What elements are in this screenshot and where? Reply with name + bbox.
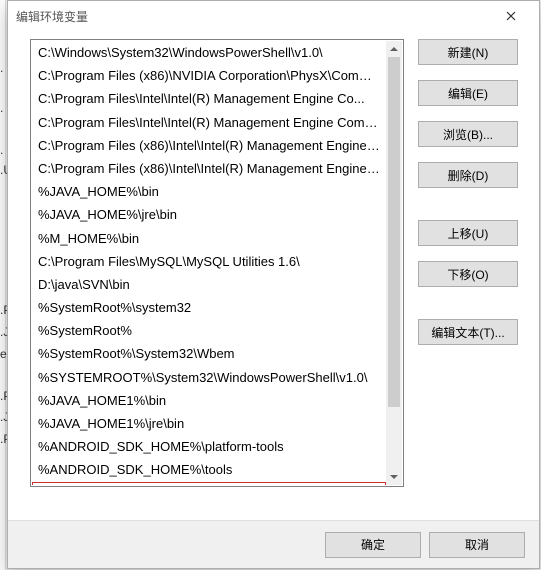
move-down-button[interactable]: 下移(O) bbox=[418, 261, 518, 287]
dialog-title: 编辑环境变量 bbox=[16, 8, 491, 25]
delete-button[interactable]: 删除(D) bbox=[418, 162, 518, 188]
side-buttons: 新建(N) 编辑(E) 浏览(B)... 删除(D) 上移(U) 下移(O) 编… bbox=[418, 39, 518, 520]
list-item[interactable]: %SystemRoot%\System32\Wbem bbox=[32, 342, 386, 365]
list-item[interactable]: %SystemRoot% bbox=[32, 319, 386, 342]
move-up-button[interactable]: 上移(U) bbox=[418, 220, 518, 246]
chevron-down-icon bbox=[390, 473, 398, 481]
close-icon bbox=[506, 11, 516, 21]
close-button[interactable] bbox=[491, 1, 531, 31]
list-item[interactable]: %M_HOME%\bin bbox=[32, 227, 386, 250]
background-fragment: . bbox=[0, 143, 3, 157]
list-item[interactable]: C:\Program Files\MySQL\MySQL Utilities 1… bbox=[32, 250, 386, 273]
scrollbar[interactable] bbox=[386, 41, 402, 485]
dialog-footer: 确定 取消 bbox=[8, 520, 539, 568]
edit-button[interactable]: 编辑(E) bbox=[418, 80, 518, 106]
list-item[interactable]: C:\Program Files (x86)\Intel\Intel(R) Ma… bbox=[32, 134, 386, 157]
list-item[interactable]: C:\Program Files (x86)\Intel\Intel(R) Ma… bbox=[32, 157, 386, 180]
list-item[interactable]: %CURL_HOME% bbox=[32, 482, 386, 485]
list-item[interactable]: %ANDROID_SDK_HOME%\tools bbox=[32, 458, 386, 481]
new-button[interactable]: 新建(N) bbox=[418, 39, 518, 65]
background-strip: ....U.P.Je.P.J.P bbox=[0, 0, 6, 570]
list-item[interactable]: %SYSTEMROOT%\System32\WindowsPowerShell\… bbox=[32, 366, 386, 389]
chevron-up-icon bbox=[390, 45, 398, 53]
cancel-button[interactable]: 取消 bbox=[429, 532, 525, 558]
list-item[interactable]: C:\Windows\System32\WindowsPowerShell\v1… bbox=[32, 41, 386, 64]
edit-env-var-dialog: 编辑环境变量 C:\Windows\System32\WindowsPowerS… bbox=[7, 0, 540, 569]
path-listbox[interactable]: C:\Windows\System32\WindowsPowerShell\v1… bbox=[30, 39, 404, 487]
background-fragment: . bbox=[0, 61, 3, 75]
list-item[interactable]: %JAVA_HOME%\bin bbox=[32, 180, 386, 203]
list-item[interactable]: %JAVA_HOME1%\jre\bin bbox=[32, 412, 386, 435]
list-item[interactable]: %ANDROID_SDK_HOME%\platform-tools bbox=[32, 435, 386, 458]
titlebar: 编辑环境变量 bbox=[8, 1, 539, 31]
background-fragment: e bbox=[0, 347, 7, 361]
background-fragment: . bbox=[0, 101, 3, 115]
list-item[interactable]: C:\Program Files (x86)\NVIDIA Corporatio… bbox=[32, 64, 386, 87]
list-item[interactable]: C:\Program Files\Intel\Intel(R) Manageme… bbox=[32, 111, 386, 134]
list-item[interactable]: %JAVA_HOME%\jre\bin bbox=[32, 203, 386, 226]
path-list-inner: C:\Windows\System32\WindowsPowerShell\v1… bbox=[32, 41, 386, 485]
list-item[interactable]: D:\java\SVN\bin bbox=[32, 273, 386, 296]
ok-button[interactable]: 确定 bbox=[325, 532, 421, 558]
list-item[interactable]: C:\Program Files\Intel\Intel(R) Manageme… bbox=[32, 87, 386, 110]
scroll-track[interactable] bbox=[386, 57, 402, 469]
scroll-thumb[interactable] bbox=[388, 57, 400, 407]
edit-text-button[interactable]: 编辑文本(T)... bbox=[418, 319, 518, 345]
list-item[interactable]: %SystemRoot%\system32 bbox=[32, 296, 386, 319]
list-item[interactable]: %JAVA_HOME1%\bin bbox=[32, 389, 386, 412]
browse-button[interactable]: 浏览(B)... bbox=[418, 121, 518, 147]
scroll-down-button[interactable] bbox=[386, 469, 402, 485]
scroll-up-button[interactable] bbox=[386, 41, 402, 57]
dialog-body: C:\Windows\System32\WindowsPowerShell\v1… bbox=[8, 39, 539, 520]
